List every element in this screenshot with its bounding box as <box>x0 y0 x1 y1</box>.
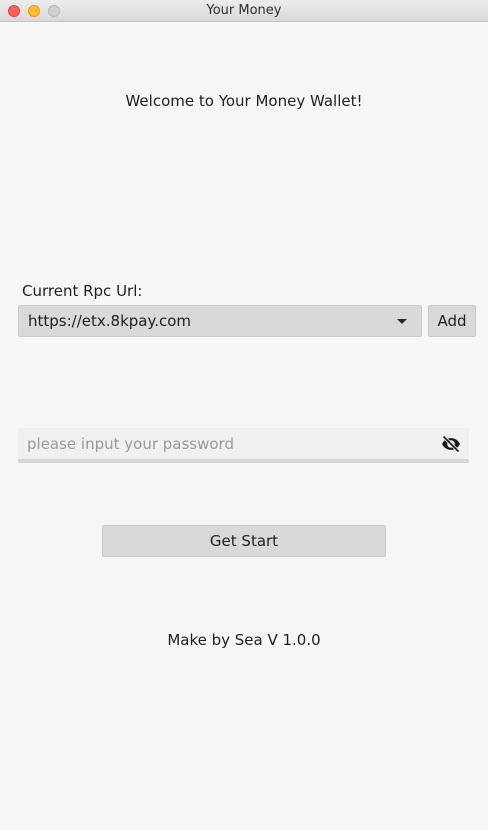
window-title: Your Money <box>206 3 282 18</box>
add-rpc-button[interactable]: Add <box>428 305 476 337</box>
password-input[interactable] <box>18 428 428 459</box>
rpc-url-selected-value: https://etx.8kpay.com <box>28 312 192 330</box>
get-start-button[interactable]: Get Start <box>102 525 386 557</box>
welcome-text: Welcome to Your Money Wallet! <box>125 92 363 110</box>
eye-off-icon[interactable] <box>441 434 461 454</box>
rpc-url-select[interactable]: https://etx.8kpay.com <box>18 305 422 337</box>
version-footer: Make by Sea V 1.0.0 <box>167 631 321 649</box>
rpc-url-label: Current Rpc Url: <box>22 282 143 300</box>
password-field <box>18 428 469 463</box>
chevron-down-icon <box>397 319 407 324</box>
title-bar[interactable]: Your Money <box>0 0 488 22</box>
app-window: Your Money Welcome to Your Money Wallet!… <box>0 0 488 830</box>
